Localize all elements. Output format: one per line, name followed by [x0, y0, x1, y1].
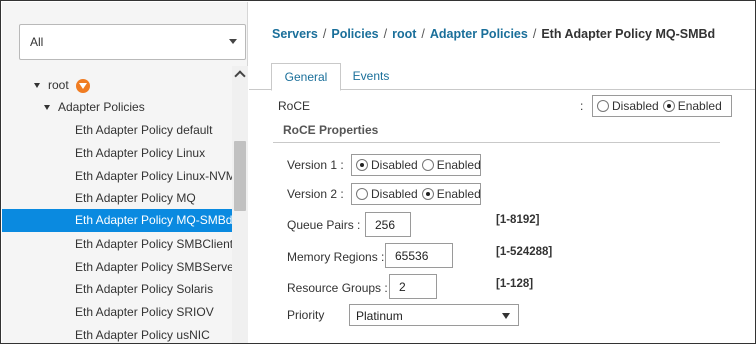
breadcrumb-root[interactable]: root — [392, 27, 416, 41]
tree-item-root[interactable]: root — [2, 74, 232, 97]
tree-item-policy-sriov[interactable]: Eth Adapter Policy SRIOV — [2, 301, 232, 324]
roce-option-enabled[interactable]: Enabled — [662, 99, 722, 113]
navigation-panel: All root Adapter Policies Eth Adapter Po… — [2, 2, 248, 343]
tab-events[interactable]: Events — [345, 63, 397, 91]
tree-item-policy-solaris[interactable]: Eth Adapter Policy Solaris — [2, 278, 232, 301]
tree-item-label: Eth Adapter Policy Solaris — [75, 282, 214, 296]
section-divider — [273, 142, 720, 143]
breadcrumb-separator: / — [421, 27, 425, 41]
memory-regions-label: Memory Regions : — [287, 250, 385, 264]
radio-label: Enabled — [436, 158, 481, 172]
radio-label: Enabled — [677, 99, 722, 113]
tree-item-label: Eth Adapter Policy Linux-NVMe — [75, 169, 232, 183]
version2-radio-group: Disabled Enabled — [351, 183, 481, 205]
radio-button-selected[interactable] — [662, 100, 675, 112]
tree-item-label: Eth Adapter Policy Linux — [75, 146, 206, 160]
tab-bar: General Events — [249, 60, 755, 91]
queue-pairs-input[interactable]: 256 — [365, 212, 411, 237]
radio-button[interactable] — [597, 100, 609, 112]
memory-regions-input[interactable]: 65536 — [385, 243, 453, 268]
app-window: All root Adapter Policies Eth Adapter Po… — [0, 0, 756, 344]
tree-item-label: Eth Adapter Policy SMBServer — [75, 260, 232, 274]
filter-dropdown[interactable]: All — [19, 24, 246, 60]
breadcrumb-policies[interactable]: Policies — [331, 27, 378, 41]
tree-item-policy-smbclient[interactable]: Eth Adapter Policy SMBClient — [2, 233, 232, 256]
version1-option-disabled[interactable]: Disabled — [356, 158, 418, 172]
version1-radio-group: Disabled Enabled — [351, 154, 481, 176]
breadcrumb-servers[interactable]: Servers — [272, 27, 318, 41]
memory-regions-range: [1-524288] — [496, 246, 553, 258]
tree-item-label: Eth Adapter Policy MQ — [75, 191, 196, 205]
version2-option-disabled[interactable]: Disabled — [356, 187, 418, 201]
roce-label: RoCE — [278, 99, 311, 113]
radio-label: Disabled — [371, 187, 418, 201]
resource-groups-range: [1-128] — [496, 278, 534, 290]
tree-item-label: Eth Adapter Policy default — [75, 123, 213, 137]
version2-option-enabled[interactable]: Enabled — [421, 187, 481, 201]
version1-label: Version 1 : — [287, 158, 344, 172]
tree-item-policy-mq[interactable]: Eth Adapter Policy MQ — [2, 187, 232, 210]
content-panel: Servers / Policies / root / Adapter Policies / E… — [249, 2, 755, 343]
expand-triangle-icon[interactable] — [34, 83, 40, 89]
tree-item-policy-smbserver[interactable]: Eth Adapter Policy SMBServer — [2, 256, 232, 279]
queue-pairs-range: [1-8192] — [496, 214, 540, 226]
breadcrumb-separator: / — [532, 27, 537, 41]
expand-triangle-icon[interactable] — [44, 105, 50, 111]
breadcrumb-separator: / — [322, 27, 327, 41]
radio-label: Disabled — [612, 99, 659, 113]
breadcrumb: Servers / Policies / root / Adapter Policies / E… — [272, 27, 715, 41]
caret-down-icon — [229, 39, 237, 44]
roce-colon: : — [580, 99, 584, 113]
tree-item-policy-default[interactable]: Eth Adapter Policy default — [2, 119, 232, 142]
radio-button[interactable] — [421, 159, 434, 171]
tree-item-policy-linux-nvme[interactable]: Eth Adapter Policy Linux-NVMe — [2, 165, 232, 188]
scrollbar-thumb[interactable] — [234, 141, 246, 211]
tree-item-label: Eth Adapter Policy MQ-SMBd — [75, 213, 232, 227]
tree-scrollbar[interactable] — [232, 66, 248, 343]
priority-select[interactable]: Platinum — [349, 304, 519, 326]
resource-groups-input[interactable]: 2 — [389, 274, 437, 299]
filter-value: All — [30, 35, 44, 49]
tree-item-label: Eth Adapter Policy SRIOV — [75, 305, 214, 319]
priority-label: Priority — [287, 308, 325, 322]
breadcrumb-adapter-policies[interactable]: Adapter Policies — [430, 27, 528, 41]
priority-value: Platinum — [356, 309, 403, 323]
navigation-tree: root Adapter Policies Eth Adapter Policy… — [2, 66, 232, 343]
tree-item-adapter-policies[interactable]: Adapter Policies — [2, 96, 232, 119]
tree-item-policy-mq-smbd[interactable]: Eth Adapter Policy MQ-SMBd — [2, 209, 232, 232]
org-icon — [75, 78, 90, 93]
tree-item-label: Eth Adapter Policy SMBClient — [75, 237, 232, 251]
tree-item-label: root — [48, 78, 69, 92]
tree-item-policy-linux[interactable]: Eth Adapter Policy Linux — [2, 142, 232, 165]
radio-label: Enabled — [436, 187, 481, 201]
roce-radio-group: Disabled Enabled — [592, 95, 732, 117]
roce-properties-title: RoCE Properties — [283, 123, 379, 137]
scroll-up-arrow-icon[interactable] — [234, 70, 246, 82]
resource-groups-label: Resource Groups : — [287, 281, 388, 295]
version2-label: Version 2 : — [287, 187, 344, 201]
roce-option-disabled[interactable]: Disabled — [597, 99, 659, 113]
radio-button-selected[interactable] — [421, 188, 434, 200]
version1-option-enabled[interactable]: Enabled — [421, 158, 481, 172]
breadcrumb-separator: / — [383, 27, 388, 41]
tree-item-label: Eth Adapter Policy usNIC — [75, 328, 210, 342]
radio-button-selected[interactable] — [356, 159, 368, 171]
caret-down-icon[interactable] — [502, 313, 510, 319]
radio-label: Disabled — [371, 158, 418, 172]
tab-general[interactable]: General — [271, 63, 341, 91]
tree-item-policy-usnic[interactable]: Eth Adapter Policy usNIC — [2, 324, 232, 343]
tree-item-label: Adapter Policies — [58, 100, 145, 114]
radio-button[interactable] — [356, 188, 368, 200]
breadcrumb-current: Eth Adapter Policy MQ-SMBd — [541, 27, 716, 41]
queue-pairs-label: Queue Pairs : — [287, 218, 361, 232]
